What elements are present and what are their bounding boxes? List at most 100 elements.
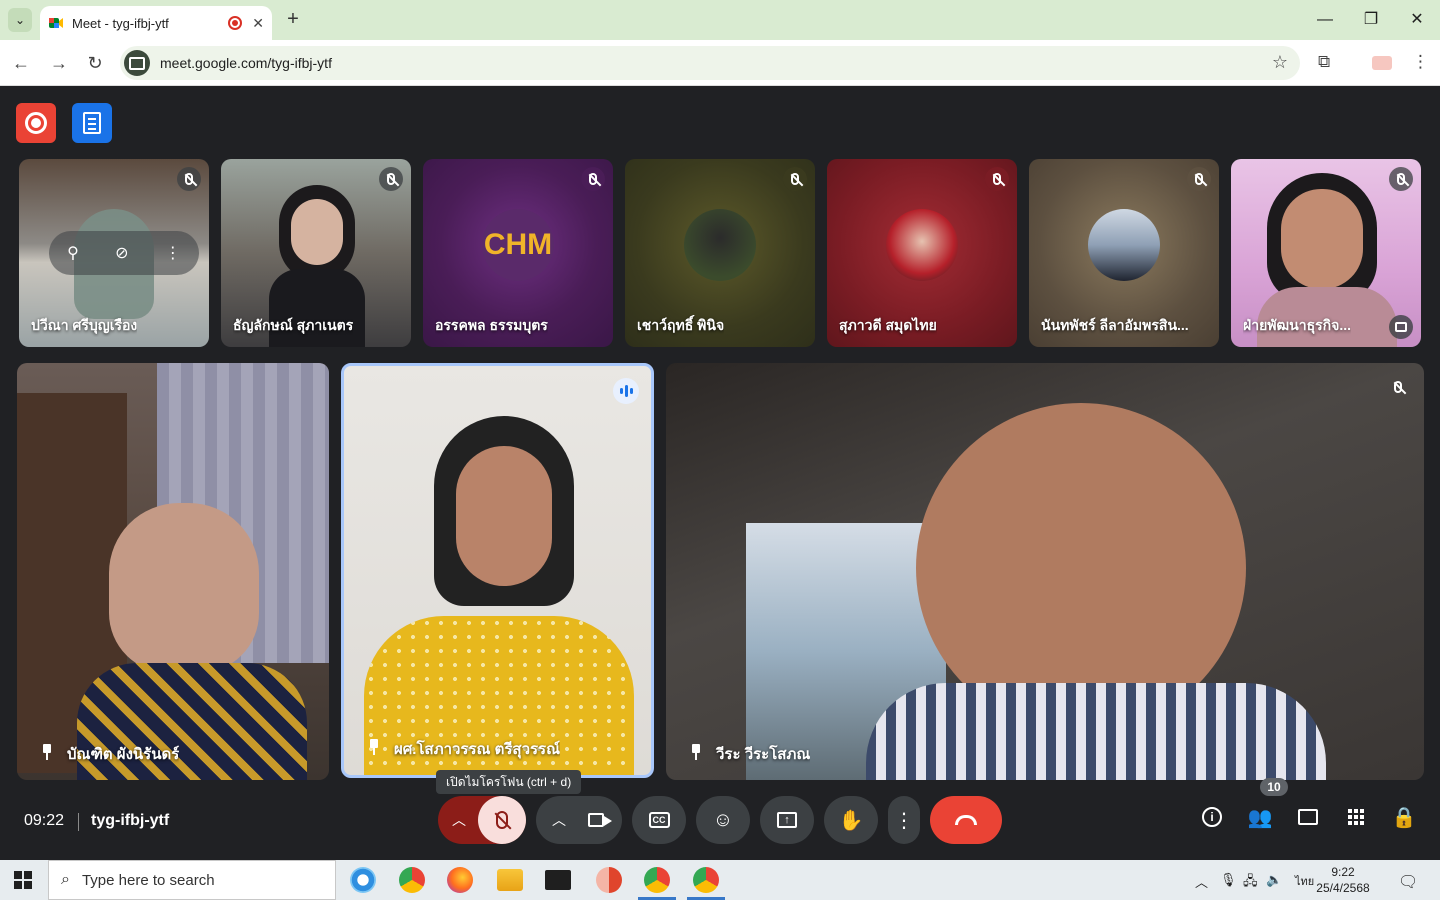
participant-count-badge: 10 bbox=[1260, 778, 1288, 796]
emoji-icon: ☺ bbox=[712, 808, 734, 831]
participant-tile[interactable]: CHM อรรคพล ธรรมบุตร bbox=[423, 159, 613, 347]
edge-app-icon[interactable] bbox=[350, 867, 376, 893]
muted-mic-icon bbox=[581, 167, 605, 191]
notes-doc-icon bbox=[83, 112, 101, 134]
reload-icon[interactable]: ↻ bbox=[84, 52, 106, 74]
raise-hand-button[interactable]: ✋ bbox=[824, 796, 878, 844]
reactions-button[interactable]: ☺ bbox=[696, 796, 750, 844]
avatar bbox=[684, 209, 756, 282]
meeting-clock: 09:22 bbox=[24, 812, 65, 829]
profile-icon[interactable] bbox=[1372, 56, 1392, 70]
participant-tile[interactable]: ธัญลักษณ์ สุภาเนตร bbox=[221, 159, 411, 347]
meet-area: ⚲ ⊘ ⋮ ปวีณา ศรีบุญเรือง ธัญลักษณ์ สุภาเน… bbox=[0, 87, 1440, 858]
speaking-indicator-icon bbox=[613, 378, 639, 404]
tile-hover-controls: ⚲ ⊘ ⋮ bbox=[49, 231, 199, 275]
mic-off-icon bbox=[496, 811, 508, 829]
volume-icon[interactable]: 🔈 bbox=[1266, 872, 1282, 888]
recording-button[interactable] bbox=[16, 103, 56, 143]
mute-participant-icon[interactable]: ⊘ bbox=[115, 243, 128, 263]
participant-name: ธัญลักษณ์ สุภาเนตร bbox=[233, 317, 354, 333]
taskbar-date: 25/4/2568 bbox=[1316, 881, 1370, 895]
window-close-icon[interactable]: ✕ bbox=[1394, 6, 1440, 34]
pin-icon[interactable]: ⚲ bbox=[67, 243, 79, 263]
muted-mic-icon bbox=[1386, 375, 1410, 399]
hang-up-icon bbox=[955, 815, 977, 825]
new-tab-plus-icon[interactable]: + bbox=[282, 8, 304, 30]
participant-tile[interactable]: ฝ่ายพัฒนาธุรกิจ... bbox=[1231, 159, 1421, 347]
taskbar-search[interactable]: ⌕ Type here to search bbox=[48, 860, 336, 900]
tray-chevron-icon[interactable]: ︿ bbox=[1195, 872, 1208, 891]
muted-mic-icon bbox=[783, 167, 807, 191]
file-explorer-icon[interactable] bbox=[497, 869, 523, 891]
microphone-toggle-button[interactable] bbox=[478, 796, 526, 844]
pin-icon bbox=[368, 739, 380, 755]
camera-control[interactable]: ︿ bbox=[536, 796, 622, 844]
tray-mic-icon[interactable]: 🎙 bbox=[1220, 872, 1237, 888]
participant-tile[interactable]: วีระ วีระโสภณ bbox=[666, 363, 1424, 780]
captions-button[interactable]: CC bbox=[632, 796, 686, 844]
pin-icon bbox=[41, 744, 53, 760]
meeting-info-button[interactable]: i bbox=[1199, 804, 1225, 830]
participant-tile[interactable]: นันทพัชร์ ลีลาอัมพรสิน... bbox=[1029, 159, 1219, 347]
notes-button[interactable] bbox=[72, 103, 112, 143]
language-indicator[interactable]: ไทย bbox=[1295, 872, 1314, 890]
chat-button[interactable] bbox=[1295, 804, 1321, 830]
captions-icon: CC bbox=[648, 812, 670, 828]
more-vert-icon: ⋮ bbox=[894, 809, 914, 832]
tab-close-icon[interactable]: ✕ bbox=[252, 15, 264, 32]
participant-tile-active-speaker[interactable]: ผศ.โสภาวรรณ ตรีสุวรรณ์ bbox=[341, 363, 654, 778]
meeting-control-bar: 09:22 tyg-ifbj-ytf ︿ ︿ CC ☺ ↑ ✋ ⋮ i 👥 10… bbox=[0, 778, 1440, 858]
bookmark-star-icon[interactable]: ☆ bbox=[1272, 52, 1288, 73]
participant-tile[interactable]: บัณฑิต ผังนิรันดร์ bbox=[17, 363, 329, 780]
chrome-app-icon[interactable] bbox=[399, 867, 425, 893]
windows-start-icon[interactable] bbox=[14, 871, 32, 889]
terminal-app-icon[interactable] bbox=[545, 870, 571, 890]
restore-icon[interactable]: ❐ bbox=[1348, 6, 1394, 34]
chrome-profile-app-icon[interactable] bbox=[644, 867, 670, 893]
audio-options-chevron-icon[interactable]: ︿ bbox=[452, 810, 466, 830]
notifications-icon[interactable]: 🗨 bbox=[1398, 872, 1418, 892]
more-options-icon[interactable]: ⋮ bbox=[165, 243, 181, 263]
site-info-icon[interactable] bbox=[124, 50, 150, 76]
address-bar[interactable]: meet.google.com/tyg-ifbj-ytf ☆ bbox=[120, 46, 1300, 80]
participant-name: เชาว์ฤทธิ์ พินิจ bbox=[637, 317, 725, 333]
chrome-app-icon-active[interactable] bbox=[693, 867, 719, 893]
menu-kebab-icon[interactable]: ⋮ bbox=[1412, 52, 1429, 72]
leave-call-button[interactable] bbox=[930, 796, 1002, 844]
avatar bbox=[1088, 209, 1160, 282]
chat-icon bbox=[1298, 809, 1318, 825]
tab-search-chevron-icon[interactable]: ⌄ bbox=[8, 8, 32, 32]
minimize-icon[interactable]: — bbox=[1302, 6, 1348, 34]
present-icon: ↑ bbox=[777, 812, 797, 828]
more-options-button[interactable]: ⋮ bbox=[888, 796, 920, 844]
meeting-code: tyg-ifbj-ytf bbox=[91, 812, 170, 829]
browser-tab-strip: ⌄ Meet - tyg-ifbj-ytf ✕ + — ❐ ✕ bbox=[0, 0, 1440, 40]
participant-tile[interactable]: สุภาวดี สมุดไทย bbox=[827, 159, 1017, 347]
extensions-puzzle-icon[interactable]: ⧉ bbox=[1318, 52, 1330, 72]
browser-tab-meet[interactable]: Meet - tyg-ifbj-ytf ✕ bbox=[40, 6, 272, 40]
activities-button[interactable] bbox=[1343, 804, 1369, 830]
taskbar-clock[interactable]: 9:22 25/4/2568 bbox=[1316, 864, 1370, 896]
app-icon[interactable] bbox=[596, 867, 622, 893]
search-icon: ⌕ bbox=[61, 871, 70, 888]
browser-toolbar: ← → ↻ meet.google.com/tyg-ifbj-ytf ☆ ⧉ ⋮ bbox=[0, 40, 1440, 86]
participant-name: นันทพัชร์ ลีลาอัมพรสิน... bbox=[1041, 317, 1189, 333]
muted-mic-icon bbox=[177, 167, 201, 191]
forward-arrow-icon[interactable]: → bbox=[48, 52, 70, 74]
host-controls-button[interactable]: 🔒 bbox=[1391, 804, 1417, 830]
people-button[interactable]: 👥 bbox=[1247, 804, 1273, 830]
participant-video bbox=[109, 503, 259, 673]
camera-icon bbox=[588, 813, 612, 827]
picture-in-picture-icon[interactable] bbox=[1389, 315, 1413, 339]
present-screen-button[interactable]: ↑ bbox=[760, 796, 814, 844]
apps-grid-icon bbox=[1348, 809, 1364, 825]
firefox-app-icon[interactable] bbox=[447, 867, 473, 893]
network-icon[interactable]: 🖧 bbox=[1243, 872, 1258, 894]
search-placeholder: Type here to search bbox=[81, 871, 215, 889]
back-arrow-icon[interactable]: ← bbox=[10, 52, 32, 74]
video-options-chevron-icon[interactable]: ︿ bbox=[552, 810, 566, 830]
participant-tile[interactable]: เชาว์ฤทธิ์ พินิจ bbox=[625, 159, 815, 347]
muted-mic-icon bbox=[1187, 167, 1211, 191]
address-url: meet.google.com/tyg-ifbj-ytf bbox=[160, 55, 332, 71]
participant-tile[interactable]: ⚲ ⊘ ⋮ ปวีณา ศรีบุญเรือง bbox=[19, 159, 209, 347]
